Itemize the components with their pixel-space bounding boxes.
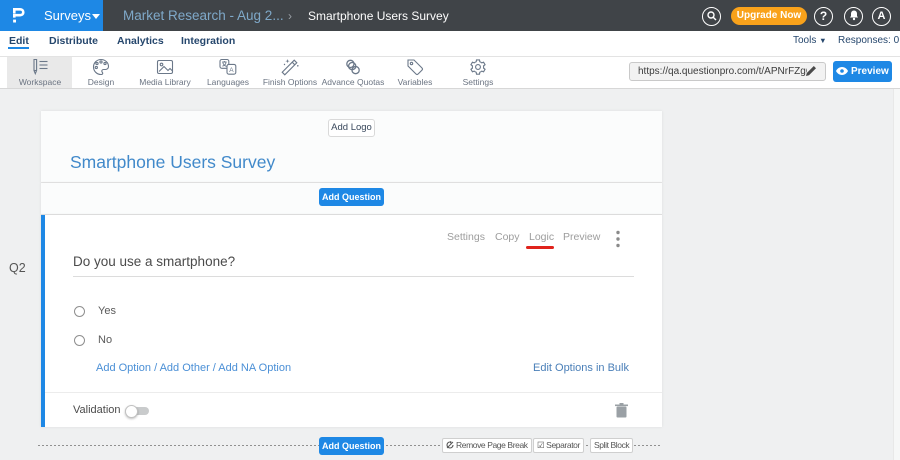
svg-text:A: A xyxy=(229,67,234,74)
